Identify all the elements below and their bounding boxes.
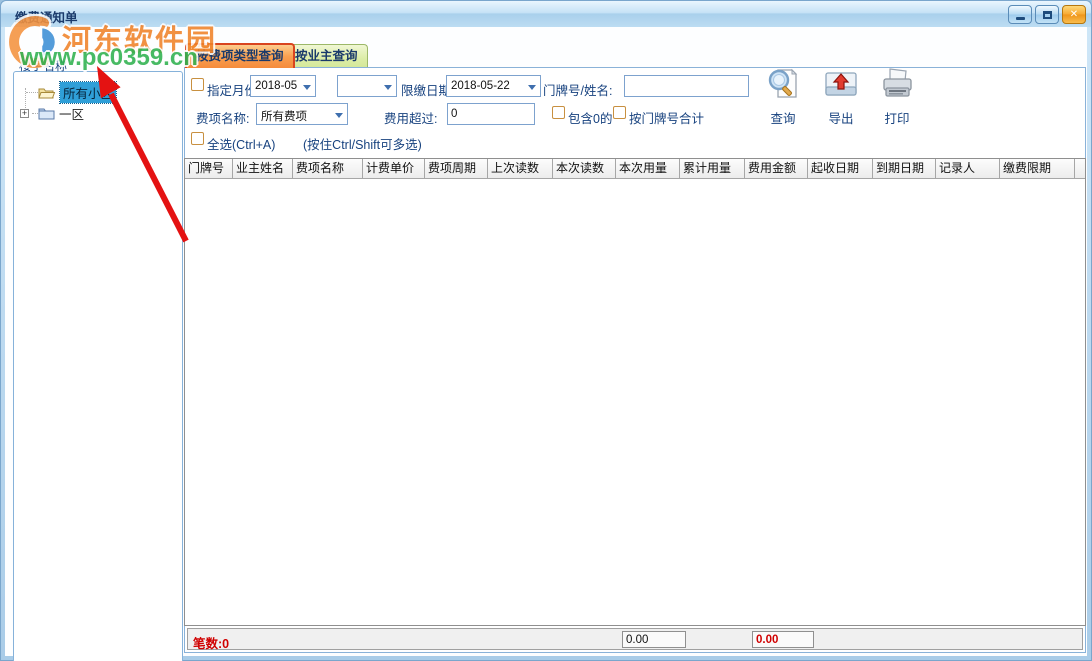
fee-name-value: 所有费项 [261, 111, 307, 123]
select-all-checkbox[interactable] [191, 132, 204, 145]
include-zero-checkbox[interactable] [552, 106, 565, 119]
month-select[interactable]: 2018-05 [250, 75, 316, 97]
minimize-button[interactable] [1008, 5, 1032, 24]
fee-name-label: 费项名称: [196, 112, 250, 126]
export-button[interactable]: 导出 [819, 67, 863, 126]
column-header[interactable]: 业主姓名 [233, 159, 293, 179]
column-header[interactable]: 费项名称 [293, 159, 363, 179]
tree-item-all-communities[interactable]: 所有小区 [26, 81, 118, 104]
column-header-filler [1075, 159, 1085, 179]
fees-table: 门牌号 业主姓名 费项名称 计费单价 费项周期 上次读数 本次读数 本次用量 累… [184, 158, 1086, 626]
specify-month-checkbox[interactable] [191, 78, 204, 91]
maximize-icon [1042, 10, 1052, 19]
tab-query-by-owner[interactable]: 按业主查询 [285, 44, 368, 68]
tab-label: 按费项类型查询 [196, 49, 284, 63]
column-header[interactable]: 上次读数 [488, 159, 553, 179]
open-folder-icon [38, 86, 56, 100]
column-header[interactable]: 门牌号 [185, 159, 233, 179]
export-button-label: 导出 [828, 112, 854, 126]
title-bar[interactable]: 缴费通知单 ✕ [1, 1, 1091, 27]
chevron-down-icon [335, 113, 343, 118]
tree-item-district-one[interactable]: + 一区 [20, 104, 84, 123]
chevron-down-icon [303, 85, 311, 90]
print-button-label: 打印 [884, 112, 910, 126]
tree-item-label: 一区 [59, 108, 85, 122]
chevron-down-icon [384, 85, 392, 90]
print-button[interactable]: 打印 [875, 67, 919, 126]
amount-total-box: 0.00 [752, 631, 814, 648]
export-icon [824, 67, 858, 106]
group-by-house-label: 按门牌号合计 [629, 112, 705, 126]
house-name-label: 门牌号/姓名: [543, 84, 613, 98]
chevron-down-icon [528, 85, 536, 90]
column-header[interactable]: 记录人 [936, 159, 1000, 179]
column-header[interactable]: 费用金额 [745, 159, 808, 179]
record-count: 笔数:0 [193, 637, 230, 651]
column-header[interactable]: 本次读数 [553, 159, 616, 179]
column-header[interactable]: 本次用量 [616, 159, 680, 179]
search-button[interactable]: 查询 [761, 67, 805, 126]
closed-folder-icon [38, 107, 55, 120]
tree-item-label: 所有小区 [58, 81, 118, 104]
print-icon [880, 67, 914, 106]
include-zero-label: 包含0的 [568, 112, 613, 126]
column-header[interactable]: 缴费限期 [1000, 159, 1075, 179]
group-by-house-checkbox[interactable] [613, 106, 626, 119]
fee-over-label: 费用超过: [384, 112, 438, 126]
house-name-input[interactable] [624, 75, 749, 97]
status-bar: 笔数:0 0.00 0.00 [187, 628, 1083, 651]
column-header[interactable]: 起收日期 [808, 159, 873, 179]
tab-label: 按业主查询 [295, 49, 358, 63]
select-all-label: 全选(Ctrl+A) [207, 138, 276, 152]
window-controls: ✕ [1008, 5, 1086, 24]
fees-table-header: 门牌号 业主姓名 费项名称 计费单价 费项周期 上次读数 本次读数 本次用量 累… [185, 159, 1085, 179]
usage-total-box: 0.00 [622, 631, 686, 648]
minimize-icon [1015, 16, 1025, 20]
due-date-select[interactable]: 2018-05-22 [446, 75, 541, 97]
search-button-label: 查询 [770, 112, 796, 126]
due-date-value: 2018-05-22 [451, 80, 510, 92]
tree-connector [26, 92, 38, 93]
fee-over-input[interactable] [447, 103, 535, 125]
building-tree-panel: 所有小区 + 一区 [13, 71, 183, 661]
search-icon [766, 67, 800, 106]
close-button[interactable]: ✕ [1062, 5, 1086, 24]
column-header[interactable]: 到期日期 [873, 159, 936, 179]
app-window: 缴费通知单 ✕ 楼宇名称 所有小区 + 一区 按业主查询 按费项类型查询 指定月… [0, 0, 1092, 661]
column-header[interactable]: 计费单价 [363, 159, 425, 179]
tree-group-label: 楼宇名称 [19, 59, 68, 73]
column-header[interactable]: 费项周期 [425, 159, 488, 179]
close-icon: ✕ [1069, 9, 1079, 20]
month-value: 2018-05 [255, 80, 298, 92]
column-header[interactable]: 累计用量 [680, 159, 745, 179]
multi-select-hint: (按住Ctrl/Shift可多选) [303, 138, 422, 152]
month-extra-select[interactable] [337, 75, 397, 97]
tab-query-by-fee-type[interactable]: 按费项类型查询 [185, 43, 295, 68]
fee-name-select[interactable]: 所有费项 [256, 103, 348, 125]
expand-plus-icon[interactable]: + [20, 109, 29, 118]
maximize-button[interactable] [1035, 5, 1059, 24]
window-title: 缴费通知单 [15, 11, 78, 25]
